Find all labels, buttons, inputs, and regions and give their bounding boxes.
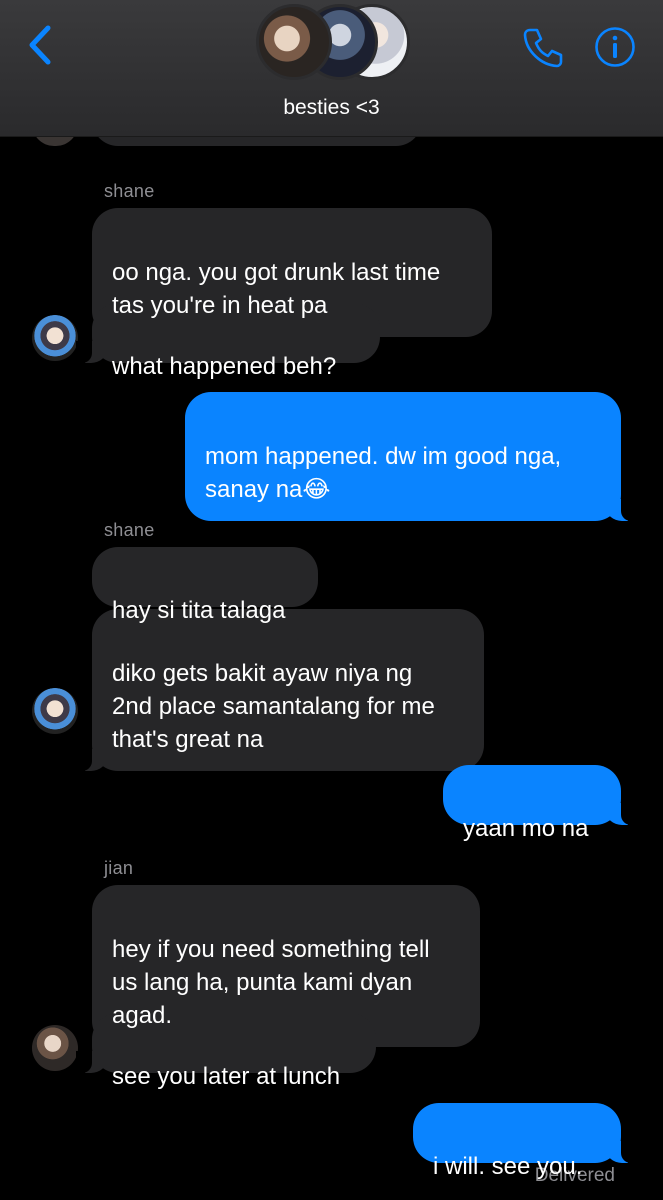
message-bubble[interactable]: yaan mo na — [443, 765, 637, 842]
sender-name: shane — [104, 520, 155, 540]
message-bubble[interactable]: diko gets bakit ayaw niya ng 2nd place s… — [76, 609, 484, 771]
info-icon — [595, 27, 635, 67]
avatar[interactable] — [32, 1025, 78, 1071]
back-button[interactable] — [22, 22, 58, 68]
message-text: hay si tita talaga — [112, 597, 286, 624]
avatar[interactable] — [32, 688, 78, 734]
message-text: oo nga. you got drunk last time tas you'… — [112, 259, 441, 319]
sender-name: jian — [104, 858, 134, 878]
info-button[interactable] — [594, 26, 636, 68]
message-text: i will. see you. — [433, 1153, 583, 1180]
message-text: diko gets bakit ayaw niya ng 2nd place s… — [112, 660, 435, 753]
message-bubble[interactable]: oo nga. you got drunk last time tas you'… — [92, 208, 492, 337]
message-text: see you later at lunch — [112, 1063, 341, 1090]
group-name[interactable]: besties <3 — [0, 96, 663, 120]
message-text: mom happened. dw im good nga, sanay na😂 — [205, 443, 562, 503]
phone-icon — [523, 28, 563, 68]
message-bubble[interactable]: i will. see you. — [413, 1103, 637, 1180]
chevron-left-icon — [29, 25, 51, 65]
message-text: what happened beh? — [112, 353, 337, 380]
message-bubble[interactable]: mom happened. dw im good nga, sanay na😂 — [185, 392, 637, 521]
avatar[interactable] — [32, 315, 78, 361]
group-avatars[interactable] — [256, 2, 412, 80]
sender-name: shane — [104, 181, 155, 201]
call-button[interactable] — [520, 24, 566, 70]
avatar — [256, 4, 332, 80]
message-text: yaan mo na — [463, 815, 589, 842]
chat-header: besties <3 — [0, 0, 663, 137]
message-bubble[interactable]: hay si tita talaga — [92, 547, 318, 624]
